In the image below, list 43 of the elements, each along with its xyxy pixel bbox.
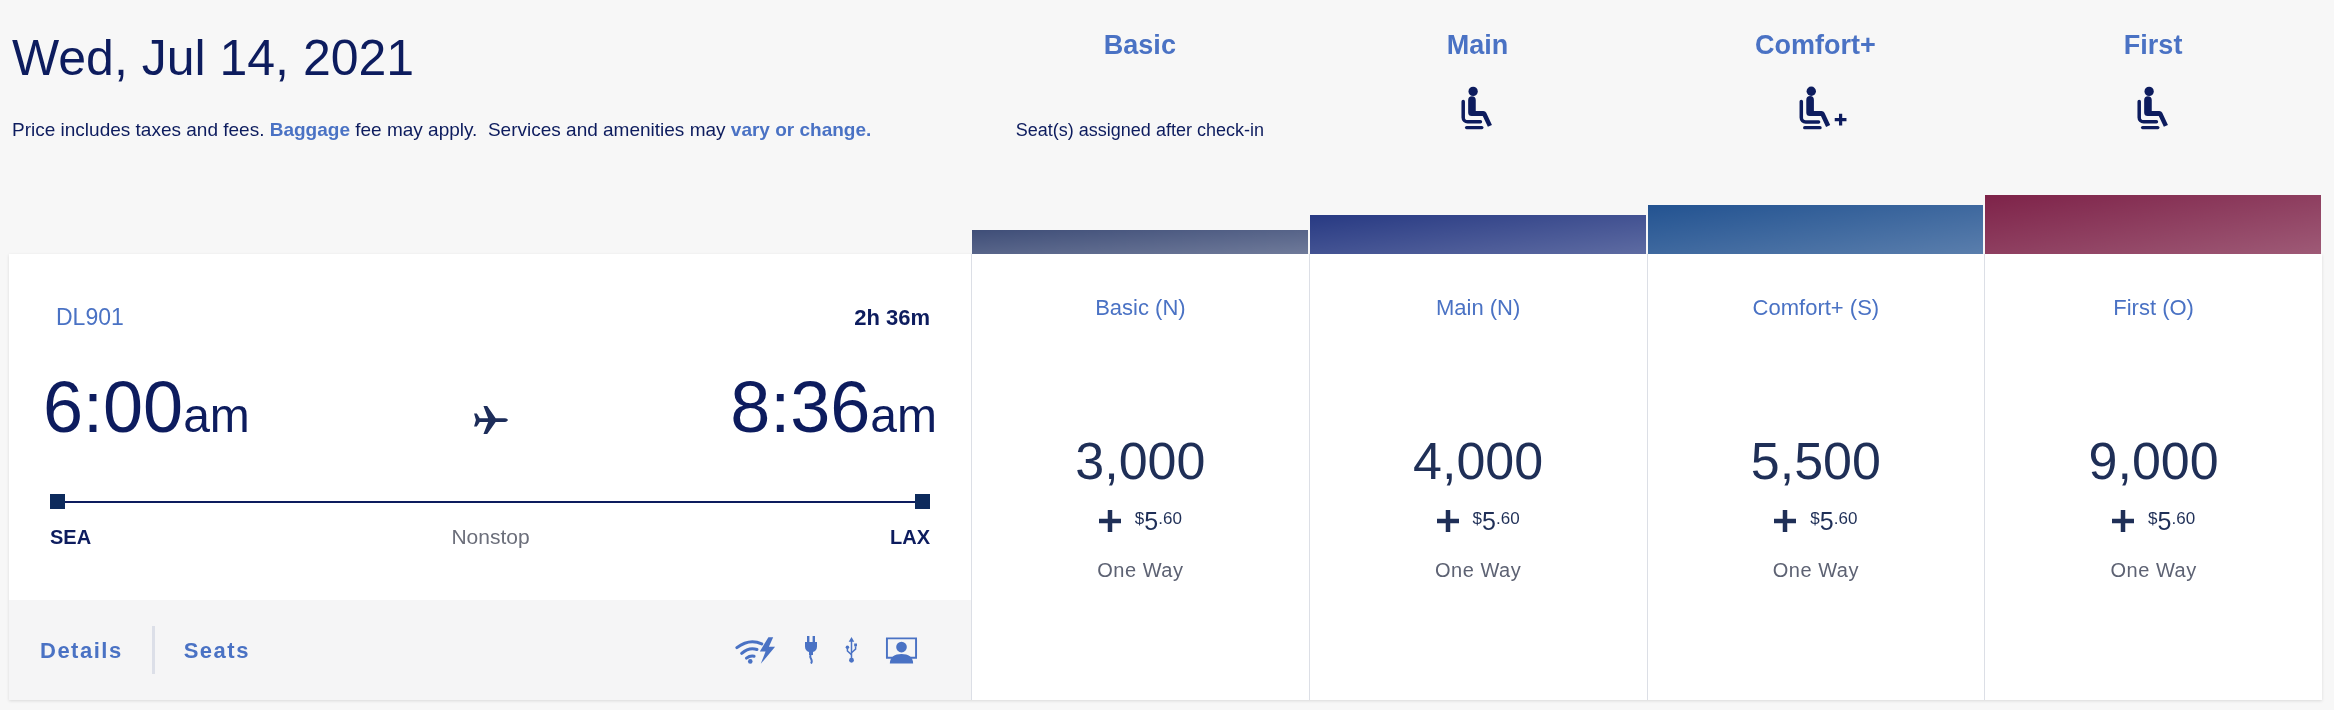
seatback-screen-icon xyxy=(885,636,918,664)
cabin-title: Basic xyxy=(1103,29,1176,61)
date-heading: Wed, Jul 14, 2021 xyxy=(12,33,416,83)
notice-link[interactable]: Baggage xyxy=(269,119,350,140)
fare-class: First (O) xyxy=(2113,294,2194,322)
plus-icon xyxy=(1098,510,1121,532)
flight-duration: 2h 36m xyxy=(854,305,930,331)
fare-class: Main (N) xyxy=(1435,294,1521,322)
usb-icon xyxy=(845,636,858,664)
plus-icon xyxy=(2112,510,2135,532)
trip-type: One Way xyxy=(2110,558,2197,583)
miles-price: 5,500 xyxy=(1750,433,1881,489)
cabin-title: Comfort+ xyxy=(1755,29,1876,61)
origin-airport: SEA xyxy=(50,525,92,549)
plus-icon xyxy=(1436,510,1459,532)
cabin-title: First xyxy=(2123,29,2183,61)
seat-icon xyxy=(2135,86,2171,130)
destination-airport: LAX xyxy=(890,525,930,549)
fare-class: Comfort+ (S) xyxy=(1752,294,1880,322)
flight-number[interactable]: DL901 xyxy=(56,303,124,331)
destination-marker-icon xyxy=(915,494,930,509)
airplane-icon xyxy=(471,405,509,435)
arrival-time: 8:36am xyxy=(730,371,937,443)
seat-plus-icon xyxy=(1797,86,1848,130)
plus-icon xyxy=(1774,510,1797,532)
stops-label: Nonstop xyxy=(451,525,530,549)
flight-link[interactable]: Details xyxy=(40,633,123,667)
trip-type: One Way xyxy=(1772,558,1859,583)
trip-type: One Way xyxy=(1097,558,1184,583)
miles-price: 9,000 xyxy=(2088,433,2219,489)
seat-note: Seat(s) assigned after check-in xyxy=(1015,119,1264,142)
miles-price: 3,000 xyxy=(1075,433,1206,489)
trip-type: One Way xyxy=(1435,558,1522,583)
fare-class: Basic (N) xyxy=(1095,294,1186,322)
fare-notice: Price includes taxes and fees. Baggage fee may apply. Services and amenities may vary or change. xyxy=(12,118,873,142)
cabin-title: Main xyxy=(1446,29,1509,61)
power-plug-icon xyxy=(804,636,818,664)
flight-link[interactable]: Seats xyxy=(183,633,250,667)
notice-link[interactable]: vary or change. xyxy=(730,119,872,140)
origin-marker-icon xyxy=(50,494,65,509)
miles-price: 4,000 xyxy=(1413,433,1544,489)
wifi-icon xyxy=(735,636,777,664)
departure-time: 6:00am xyxy=(43,371,250,443)
